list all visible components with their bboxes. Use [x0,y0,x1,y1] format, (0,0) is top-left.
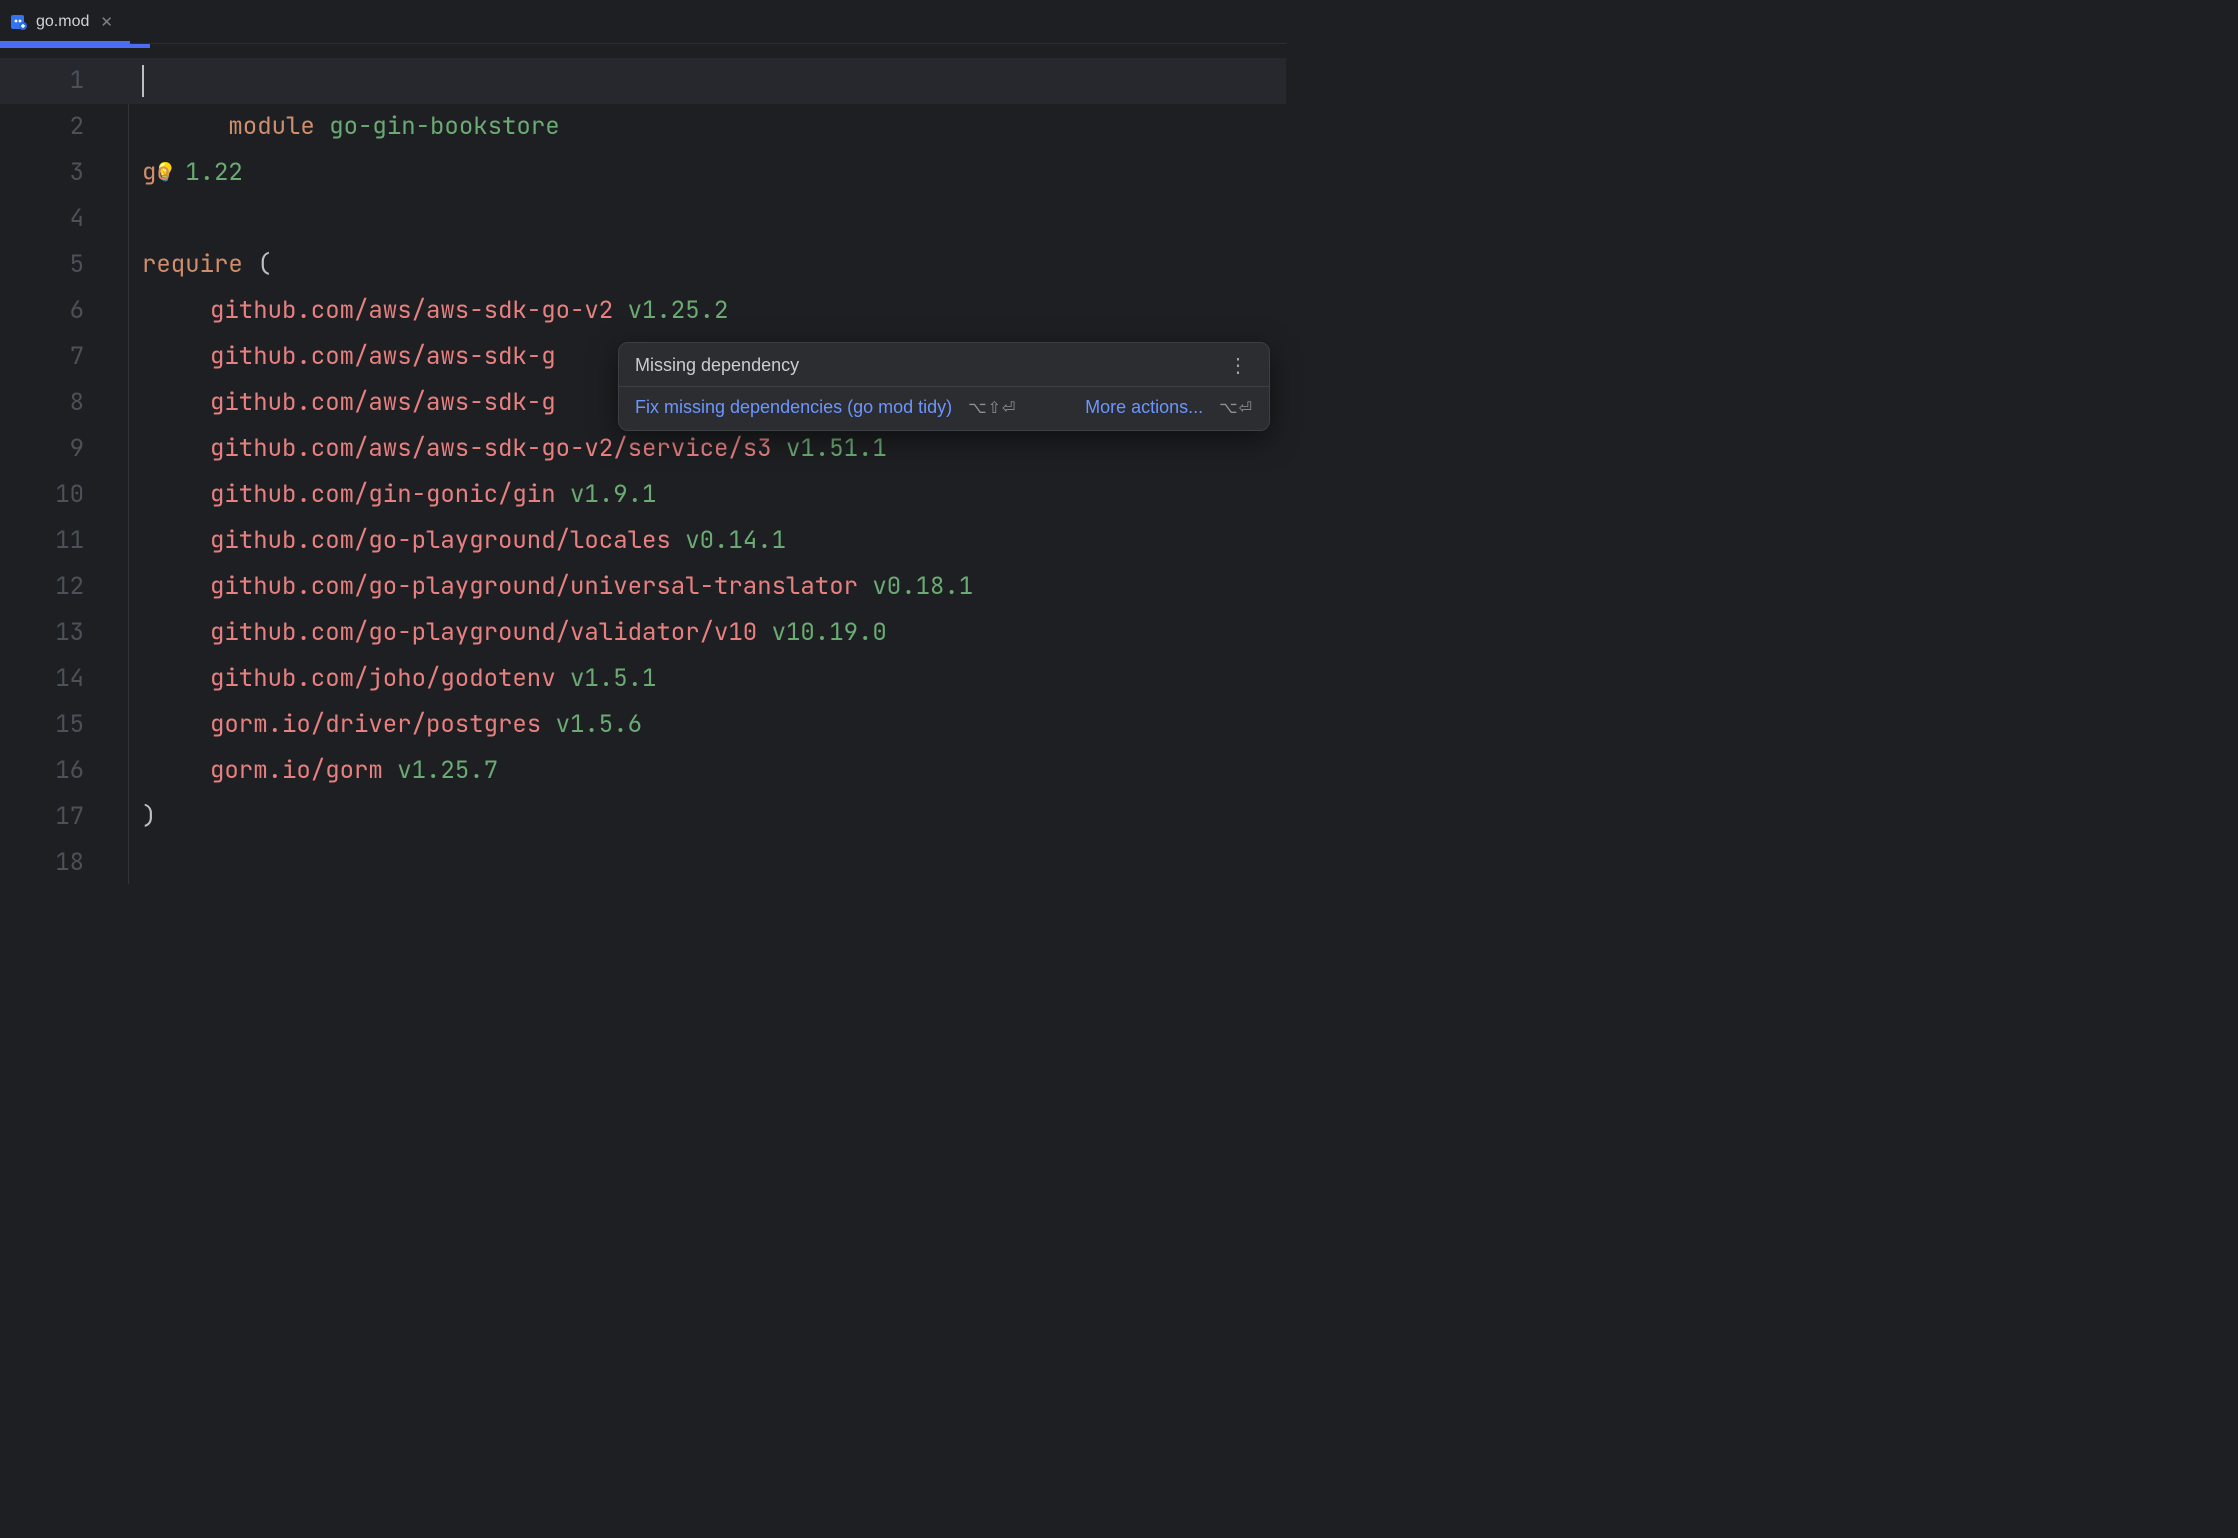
line-number: 1 [0,58,84,104]
go-version: 1.22 [185,157,243,188]
code-line[interactable]: require ( [110,242,1286,288]
line-number: 11 [0,518,84,564]
code-line[interactable]: 💡 [110,104,1286,150]
dep-pkg: github.com/gin-gonic/gin [210,479,556,510]
dep-pkg: github.com/aws/aws-sdk-go-v2/service/s3 [210,433,772,464]
more-menu-icon[interactable]: ⋮ [1224,357,1253,375]
code-line[interactable]: module go-gin-bookstore [110,58,1286,104]
gutter: 1 2 3 4 5 6 7 8 9 10 11 12 13 14 15 16 1… [0,44,110,884]
code-line[interactable]: github.com/joho/godotenv v1.5.1 [110,656,1286,702]
code-line[interactable]: github.com/aws/aws-sdk-go-v2/service/s3 … [110,426,1286,472]
inspection-popup: Missing dependency ⋮ Fix missing depende… [618,342,1270,431]
line-number: 8 [0,380,84,426]
dep-ver: v1.5.1 [570,663,656,694]
dep-ver: v1.51.1 [786,433,887,464]
close-paren: ) [142,801,156,832]
dep-ver: v0.18.1 [872,571,973,602]
line-number: 14 [0,656,84,702]
more-shortcut: ⌥⏎ [1219,398,1253,418]
tab-go-mod[interactable]: go.mod ✕ [0,0,130,43]
dep-pkg: gorm.io/gorm [210,755,383,786]
dep-pkg: github.com/go-playground/universal-trans… [210,571,858,602]
code-line[interactable]: github.com/go-playground/validator/v10 v… [110,610,1286,656]
go-file-icon [10,13,28,31]
code-line[interactable] [110,196,1286,242]
fix-shortcut: ⌥⇧⏎ [968,398,1016,418]
line-number: 2 [0,104,84,150]
dep-ver: v1.5.6 [556,709,642,740]
code-line[interactable]: go 1.22 [110,150,1286,196]
code-line[interactable]: ) [110,794,1286,840]
code-line[interactable]: github.com/go-playground/locales v0.14.1 [110,518,1286,564]
dep-ver: v1.9.1 [570,479,656,510]
line-number: 10 [0,472,84,518]
more-actions-link[interactable]: More actions... [1085,397,1203,418]
dep-ver: v10.19.0 [772,617,887,648]
dep-ver: v1.25.7 [397,755,498,786]
dep-pkg: github.com/aws/aws-sdk-g [210,387,556,418]
line-number: 4 [0,196,84,242]
line-number: 3 [0,150,84,196]
line-number: 17 [0,794,84,840]
line-number: 6 [0,288,84,334]
editor[interactable]: 1 2 3 4 5 6 7 8 9 10 11 12 13 14 15 16 1… [0,44,1286,884]
tab-label: go.mod [36,13,89,31]
code-line[interactable]: gorm.io/driver/postgres v1.5.6 [110,702,1286,748]
line-number: 12 [0,564,84,610]
keyword-go: go [142,157,171,188]
line-number: 18 [0,840,84,886]
line-number: 7 [0,334,84,380]
line-number: 9 [0,426,84,472]
code-line[interactable]: github.com/gin-gonic/gin v1.9.1 [110,472,1286,518]
line-number: 16 [0,748,84,794]
line-number: 5 [0,242,84,288]
dep-ver: v1.25.2 [628,295,729,326]
keyword-require: require [142,249,243,280]
code-line[interactable]: gorm.io/gorm v1.25.7 [110,748,1286,794]
text-cursor [142,65,144,97]
fix-dependencies-action[interactable]: Fix missing dependencies (go mod tidy) [635,397,952,418]
line-number: 13 [0,610,84,656]
popup-title: Missing dependency [635,355,799,376]
dep-pkg: github.com/go-playground/validator/v10 [210,617,757,648]
tab-bar: go.mod ✕ [0,0,1286,44]
dep-pkg: github.com/joho/godotenv [210,663,556,694]
dep-ver: v0.14.1 [685,525,786,556]
dep-pkg: github.com/aws/aws-sdk-g [210,341,556,372]
code-line[interactable]: github.com/aws/aws-sdk-go-v2 v1.25.2 [110,288,1286,334]
code-line[interactable]: github.com/go-playground/universal-trans… [110,564,1286,610]
line-number: 15 [0,702,84,748]
close-icon[interactable]: ✕ [97,11,116,33]
code-area[interactable]: module go-gin-bookstore 💡 go 1.22 requir… [110,44,1286,884]
code-line[interactable] [110,840,1286,886]
dep-pkg: github.com/go-playground/locales [210,525,671,556]
open-paren: ( [257,249,271,280]
dep-pkg: github.com/aws/aws-sdk-go-v2 [210,295,613,326]
dep-pkg: gorm.io/driver/postgres [210,709,541,740]
